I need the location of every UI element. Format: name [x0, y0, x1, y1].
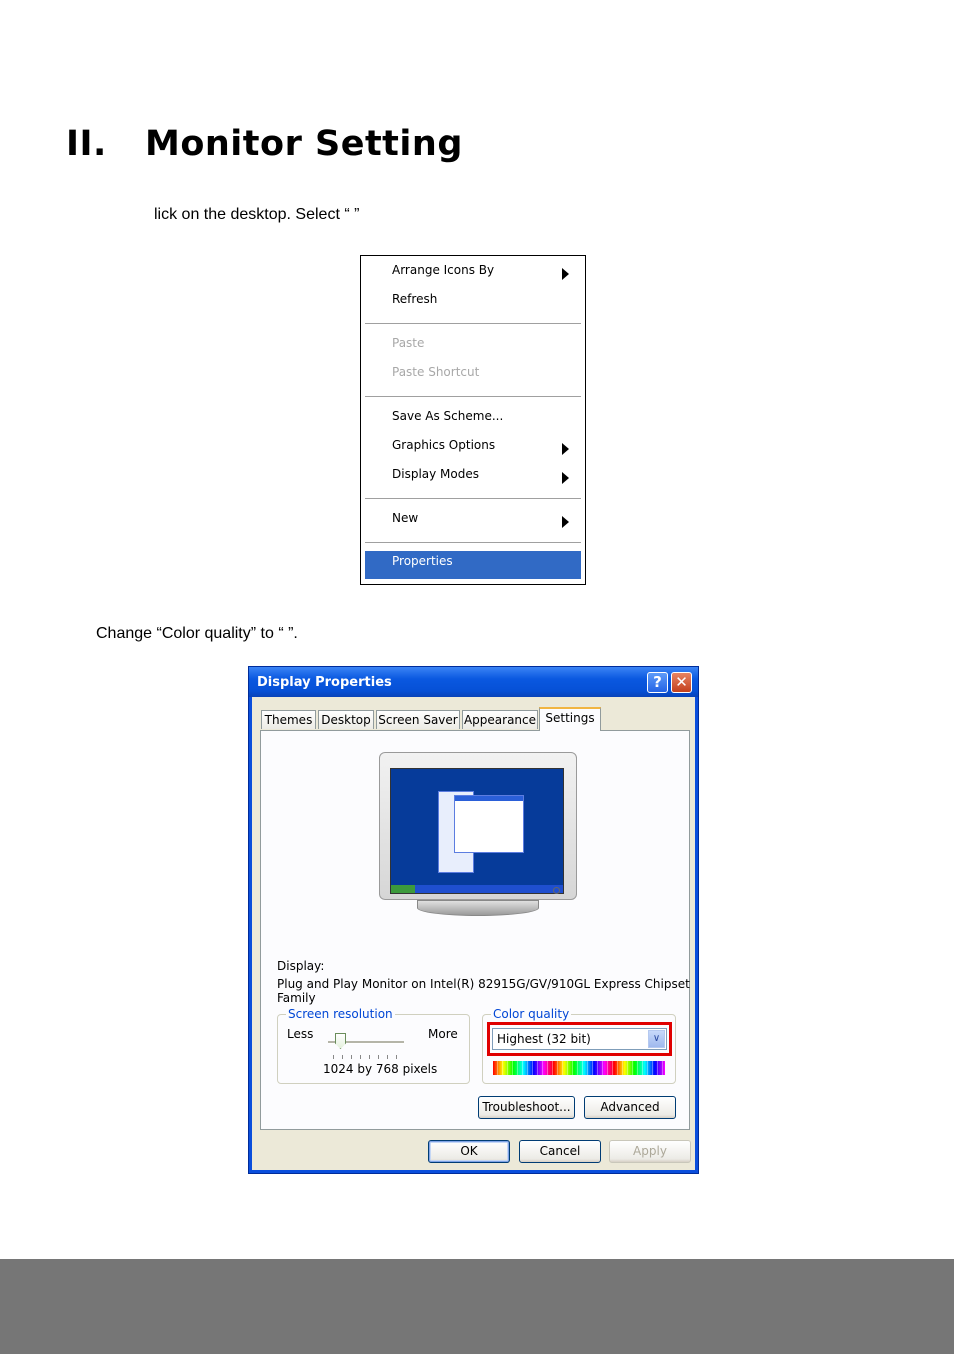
menu-item-label: New: [392, 511, 419, 525]
step-1-text: lick on the desktop. Select “ ”: [154, 206, 360, 223]
monitor-bezel: [379, 752, 577, 900]
tab-desktop[interactable]: Desktop: [318, 710, 374, 729]
menu-item-new[interactable]: New: [365, 508, 581, 536]
menu-item-label: Paste Shortcut: [392, 365, 480, 379]
menu-item-paste-shortcut: Paste Shortcut: [365, 362, 581, 390]
power-led-icon: [553, 887, 560, 894]
dialog-title: Display Properties: [257, 675, 392, 690]
ok-button[interactable]: OK: [428, 1140, 510, 1163]
section-title: Monitor Setting: [145, 124, 463, 164]
tab-screen-saver[interactable]: Screen Saver: [376, 710, 460, 729]
menu-item-label: Save As Scheme...: [392, 409, 504, 423]
step-2-text: Change “Color quality” to “ ”.: [96, 625, 298, 642]
help-icon: ?: [653, 673, 662, 691]
desktop-preview: [390, 768, 564, 894]
display-value-continued: Family: [277, 991, 316, 1005]
tab-themes[interactable]: Themes: [261, 710, 316, 729]
color-quality-legend: Color quality: [491, 1007, 572, 1021]
settings-panel: Display: Plug and Play Monitor on Intel(…: [260, 730, 690, 1130]
title-bar[interactable]: Display Properties ? ✕: [249, 667, 698, 697]
tab-settings[interactable]: Settings: [539, 707, 601, 731]
screen-resolution-legend: Screen resolution: [286, 1007, 395, 1021]
close-icon: ✕: [675, 673, 688, 691]
monitor-preview-image: [379, 752, 577, 917]
slider-ticks: [333, 1055, 403, 1059]
resolution-value: 1024 by 768 pixels: [323, 1062, 438, 1076]
monitor-stand: [417, 900, 539, 916]
page-footer-bar: [0, 1259, 954, 1354]
slider-less-label: Less: [287, 1027, 314, 1041]
color-quality-group: Color quality Highest (32 bit) ∨: [482, 1007, 676, 1084]
menu-separator: [365, 323, 581, 325]
cancel-button[interactable]: Cancel: [519, 1140, 601, 1163]
desktop-context-menu: Arrange Icons By Refresh Paste Paste Sho…: [360, 255, 586, 585]
menu-item-display-modes[interactable]: Display Modes: [365, 464, 581, 492]
display-properties-dialog: Display Properties ? ✕ Themes Desktop Sc…: [248, 666, 699, 1174]
menu-separator: [365, 498, 581, 500]
submenu-arrow-icon: [562, 268, 569, 280]
slider-more-label: More: [428, 1027, 458, 1041]
menu-separator: [365, 542, 581, 544]
menu-item-refresh[interactable]: Refresh: [365, 289, 581, 317]
menu-item-label: Paste: [392, 336, 425, 350]
preview-taskbar: [391, 885, 563, 893]
menu-separator: [365, 396, 581, 398]
menu-item-label: Display Modes: [392, 467, 479, 481]
menu-item-save-as-scheme[interactable]: Save As Scheme...: [365, 406, 581, 434]
submenu-arrow-icon: [562, 516, 569, 528]
menu-item-paste: Paste: [365, 333, 581, 361]
dialog-body: Themes Desktop Screen Saver Appearance S…: [252, 697, 695, 1170]
troubleshoot-button[interactable]: Troubleshoot...: [478, 1096, 575, 1119]
menu-item-arrange-icons-by[interactable]: Arrange Icons By: [365, 260, 581, 288]
menu-item-graphics-options[interactable]: Graphics Options: [365, 435, 581, 463]
menu-item-label: Refresh: [392, 292, 438, 306]
preview-window: [454, 795, 524, 853]
apply-button: Apply: [609, 1140, 691, 1163]
section-heading: II. Monitor Setting: [66, 124, 463, 164]
menu-item-label: Properties: [392, 554, 453, 568]
callout-highlight-box: [487, 1022, 672, 1056]
close-button[interactable]: ✕: [671, 672, 692, 693]
display-label: Display:: [277, 959, 325, 973]
submenu-arrow-icon: [562, 472, 569, 484]
tab-appearance[interactable]: Appearance: [462, 710, 538, 729]
section-number: II.: [66, 124, 107, 164]
menu-item-label: Arrange Icons By: [392, 263, 495, 277]
display-value: Plug and Play Monitor on Intel(R) 82915G…: [277, 977, 690, 991]
color-spectrum-bar: [493, 1061, 665, 1075]
menu-item-properties[interactable]: Properties: [365, 551, 581, 579]
menu-item-label: Graphics Options: [392, 438, 496, 452]
help-button[interactable]: ?: [647, 672, 668, 693]
resolution-slider-thumb[interactable]: [335, 1033, 346, 1049]
submenu-arrow-icon: [562, 443, 569, 455]
screen-resolution-group: Screen resolution Less More 1024 by 768 …: [277, 1007, 470, 1084]
preview-start-button: [391, 885, 415, 893]
advanced-button[interactable]: Advanced: [584, 1096, 676, 1119]
